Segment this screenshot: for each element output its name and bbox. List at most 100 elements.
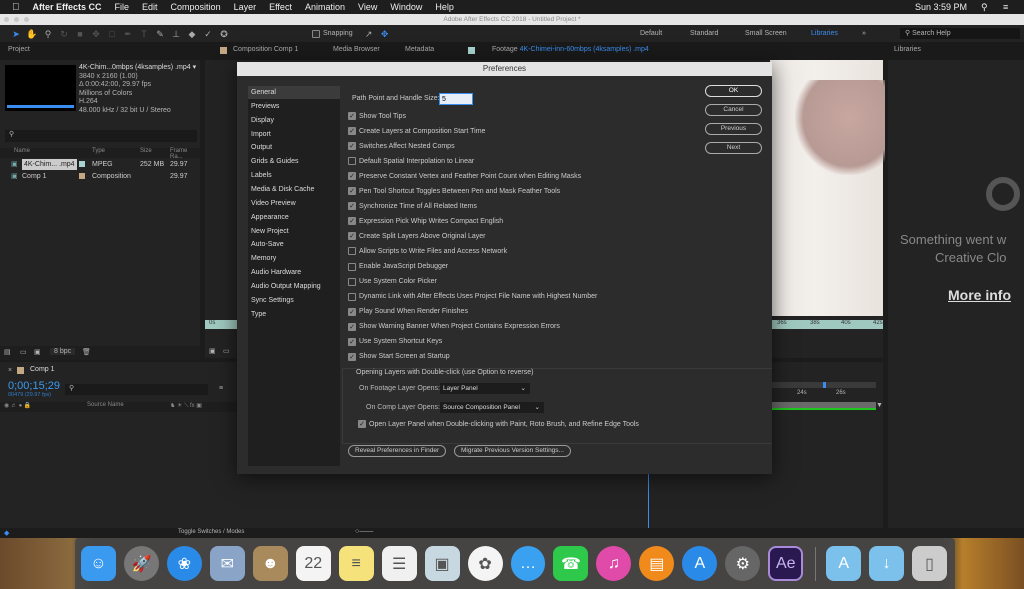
region-of-interest-icon[interactable]: ▣ <box>209 347 216 355</box>
work-area-bar[interactable] <box>772 382 876 388</box>
col-size[interactable]: Size <box>140 148 152 154</box>
label-color-swatch[interactable] <box>79 173 85 179</box>
checkbox[interactable] <box>348 262 356 271</box>
workspace-standard[interactable]: Standard <box>690 30 718 37</box>
open-layer-panel-checkbox[interactable]: ✓ Open Layer Panel when Double-clicking w… <box>358 420 639 428</box>
zoom-tool-icon[interactable]: ⚲ <box>42 28 54 40</box>
menu-layer[interactable]: Layer <box>234 2 257 12</box>
bpc-button[interactable]: 8 bpc <box>50 348 76 355</box>
category-import[interactable]: Import <box>248 128 340 141</box>
layer-switches-toggle-icon[interactable]: ◆ <box>4 529 9 537</box>
next-button[interactable]: Next <box>705 142 762 154</box>
category-output[interactable]: Output <box>248 141 340 154</box>
option-checkbox[interactable]: ✓ Synchronize Time of All Related Items <box>348 202 477 211</box>
time-navigator[interactable] <box>772 402 876 410</box>
checkbox[interactable]: ✓ <box>348 337 356 346</box>
option-checkbox[interactable]: ✓ Pen Tool Shortcut Toggles Between Pen a… <box>348 187 560 196</box>
safari-icon[interactable]: ❀ <box>166 546 202 581</box>
option-checkbox[interactable]: ✓ Expression Pick Whip Writes Compact Eng… <box>348 217 503 226</box>
type-tool-icon[interactable]: T <box>138 28 150 40</box>
category-general[interactable]: General <box>248 86 340 99</box>
category-auto-save[interactable]: Auto-Save <box>248 238 340 251</box>
checkbox[interactable]: ✓ <box>348 307 356 316</box>
option-checkbox[interactable]: ✓ Play Sound When Render Finishes <box>348 307 468 316</box>
tab-composition[interactable]: Composition Comp 1 <box>233 46 298 53</box>
option-checkbox[interactable]: ✓ Preserve Constant Vertex and Feather Po… <box>348 172 581 181</box>
zoom-slider[interactable]: ○—— <box>355 528 373 535</box>
col-name[interactable]: Name <box>14 148 30 154</box>
option-checkbox[interactable]: Use System Color Picker <box>348 277 437 286</box>
av-switches-icon[interactable]: ◉ ♬ ● 🔒 <box>4 402 31 409</box>
previous-button[interactable]: Previous <box>705 123 762 135</box>
zoom-window-button[interactable] <box>24 17 29 22</box>
tab-libraries[interactable]: Libraries <box>894 46 921 53</box>
menu-edit[interactable]: Edit <box>142 2 158 12</box>
more-info-link[interactable]: More info <box>948 287 1011 303</box>
ok-button[interactable]: OK <box>705 85 762 97</box>
comp-layer-dropdown[interactable]: Source Composition Panel ⌄ <box>440 402 544 413</box>
option-checkbox[interactable]: ✓ Switches Affect Nested Comps <box>348 142 455 151</box>
app-menu[interactable]: After Effects CC <box>33 2 102 12</box>
minimize-window-button[interactable] <box>14 17 19 22</box>
brush-tool-icon[interactable]: ✎ <box>154 28 166 40</box>
label-color-swatch[interactable] <box>79 161 85 167</box>
work-area-handle[interactable] <box>823 382 826 388</box>
option-checkbox[interactable]: ✓ Create Layers at Composition Start Time <box>348 127 485 136</box>
search-help-input[interactable]: ⚲ Search Help <box>900 28 1020 39</box>
pan-behind-tool-icon[interactable]: ✥ <box>90 28 102 40</box>
menu-composition[interactable]: Composition <box>171 2 221 12</box>
facetime-icon[interactable]: ☎ <box>553 546 589 581</box>
category-grids-guides[interactable]: Grids & Guides <box>248 155 340 168</box>
project-item-row[interactable]: ▣ Comp 1 Composition 29.97 <box>0 171 200 182</box>
spotlight-icon[interactable]: ⚲ <box>981 2 988 13</box>
option-checkbox[interactable]: ✓ Create Split Layers Above Original Laye… <box>348 232 485 241</box>
category-audio-hardware[interactable]: Audio Hardware <box>248 266 340 279</box>
checkbox[interactable]: ✓ <box>348 112 356 120</box>
comp-marker-icon[interactable]: ▼ <box>876 402 883 409</box>
downloads-folder-icon[interactable]: ↓ <box>869 546 905 581</box>
rotate-tool-icon[interactable]: ↻ <box>58 28 70 40</box>
checkbox[interactable]: ✓ <box>348 352 356 361</box>
tab-project[interactable]: Project <box>8 46 30 53</box>
more-workspaces-icon[interactable]: » <box>862 30 866 37</box>
roto-brush-tool-icon[interactable]: ✓ <box>202 28 214 40</box>
option-checkbox[interactable]: Enable JavaScript Debugger <box>348 262 448 271</box>
selection-tool-icon[interactable]: ➤ <box>10 28 22 40</box>
tab-metadata[interactable]: Metadata <box>405 46 434 53</box>
applications-folder-icon[interactable]: A <box>826 546 862 581</box>
checkbox[interactable]: ✓ <box>348 217 356 226</box>
category-appearance[interactable]: Appearance <box>248 211 340 224</box>
menu-window[interactable]: Window <box>390 2 422 12</box>
messages-icon[interactable]: … <box>510 546 546 581</box>
option-checkbox[interactable]: Allow Scripts to Write Files and Access … <box>348 247 507 256</box>
workspace-small-screen[interactable]: Small Screen <box>745 30 787 37</box>
checkbox[interactable] <box>348 277 356 286</box>
checkbox[interactable]: ✓ <box>348 127 356 136</box>
camera-tool-icon[interactable]: ■ <box>74 28 86 40</box>
project-search-input[interactable]: ⚲ <box>5 130 197 142</box>
menu-view[interactable]: View <box>358 2 377 12</box>
trash-icon[interactable]: ▯ <box>912 546 948 581</box>
pen-tool-icon[interactable]: ✒ <box>122 28 134 40</box>
checkbox[interactable] <box>348 292 356 301</box>
option-checkbox[interactable]: ✓ Show Warning Banner When Project Contai… <box>348 322 560 331</box>
close-tab-icon[interactable]: × <box>8 367 12 374</box>
system-preferences-icon[interactable]: ⚙ <box>725 546 761 581</box>
close-window-button[interactable] <box>4 17 9 22</box>
mail-icon[interactable]: ✉ <box>209 546 245 581</box>
col-source-name[interactable]: Source Name <box>87 402 124 408</box>
tab-comp-1[interactable]: Comp 1 <box>30 366 55 373</box>
current-time-indicator[interactable] <box>648 472 649 528</box>
eraser-tool-icon[interactable]: ◆ <box>186 28 198 40</box>
ibooks-icon[interactable]: ▤ <box>639 546 675 581</box>
calendar-icon[interactable]: 22 <box>295 546 331 581</box>
comp-flowchart-icon[interactable]: ≡ <box>219 385 223 392</box>
checkbox[interactable] <box>348 157 356 166</box>
category-type[interactable]: Type <box>248 308 340 321</box>
notification-center-icon[interactable]: ≡ <box>1003 2 1008 12</box>
category-new-project[interactable]: New Project <box>248 225 340 238</box>
checkbox[interactable] <box>348 247 356 256</box>
category-sync-settings[interactable]: Sync Settings <box>248 294 340 307</box>
category-audio-output-mapping[interactable]: Audio Output Mapping <box>248 280 340 293</box>
menu-animation[interactable]: Animation <box>305 2 345 12</box>
